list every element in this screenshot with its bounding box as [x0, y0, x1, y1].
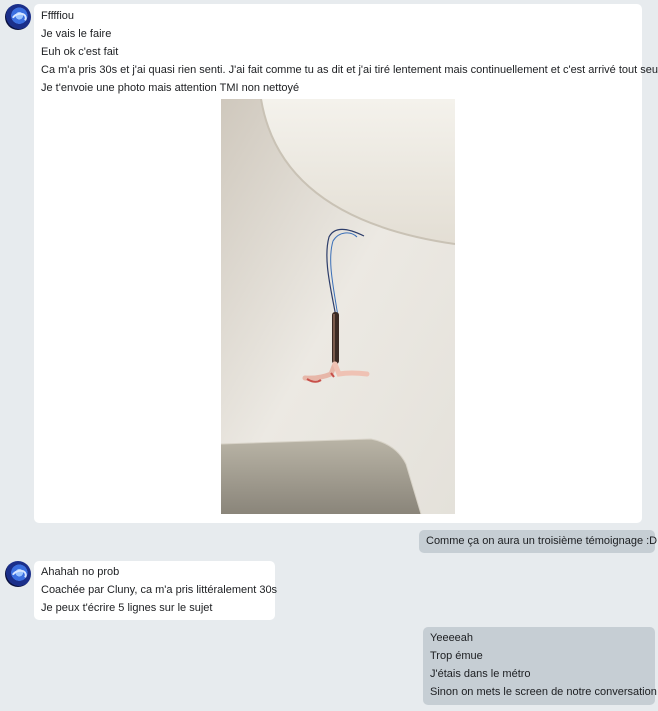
message-text: Coachée par Cluny, ca m'a pris littérale… — [41, 584, 278, 596]
message-text: Ca m'a pris 30s et j'ai quasi rien senti… — [41, 64, 658, 76]
message-outgoing: Comme ça on aura un troisième témoignage… — [419, 530, 658, 553]
message-group-incoming: Ahahah no prob Coachée par Cluny, ca m'a… — [34, 561, 278, 620]
message-group-outgoing: Yeeeeah Trop émue J'étais dans le métro … — [423, 627, 657, 705]
message-text: Trop émue — [430, 650, 483, 662]
message-text: Comme ça on aura un troisième témoignage… — [426, 535, 658, 547]
message-text: J'étais dans le métro — [430, 668, 531, 680]
photo-attachment[interactable] — [221, 99, 455, 514]
message-text: Je peux t'écrire 5 lignes sur le sujet — [41, 602, 213, 614]
message-text: Je t'envoie une photo mais attention TMI… — [41, 82, 300, 94]
message-text: Fffffiou — [41, 10, 75, 22]
contact-avatar[interactable] — [5, 4, 31, 30]
message-text: Je vais le faire — [41, 28, 112, 40]
photo-image — [221, 99, 455, 514]
contact-avatar[interactable] — [5, 561, 31, 587]
message-text: Yeeeeah — [430, 632, 474, 644]
message-text: Euh ok c'est fait — [41, 46, 119, 58]
message-text: Ahahah no prob — [41, 566, 120, 578]
message-text: Sinon on mets le screen de notre convers… — [430, 686, 657, 698]
